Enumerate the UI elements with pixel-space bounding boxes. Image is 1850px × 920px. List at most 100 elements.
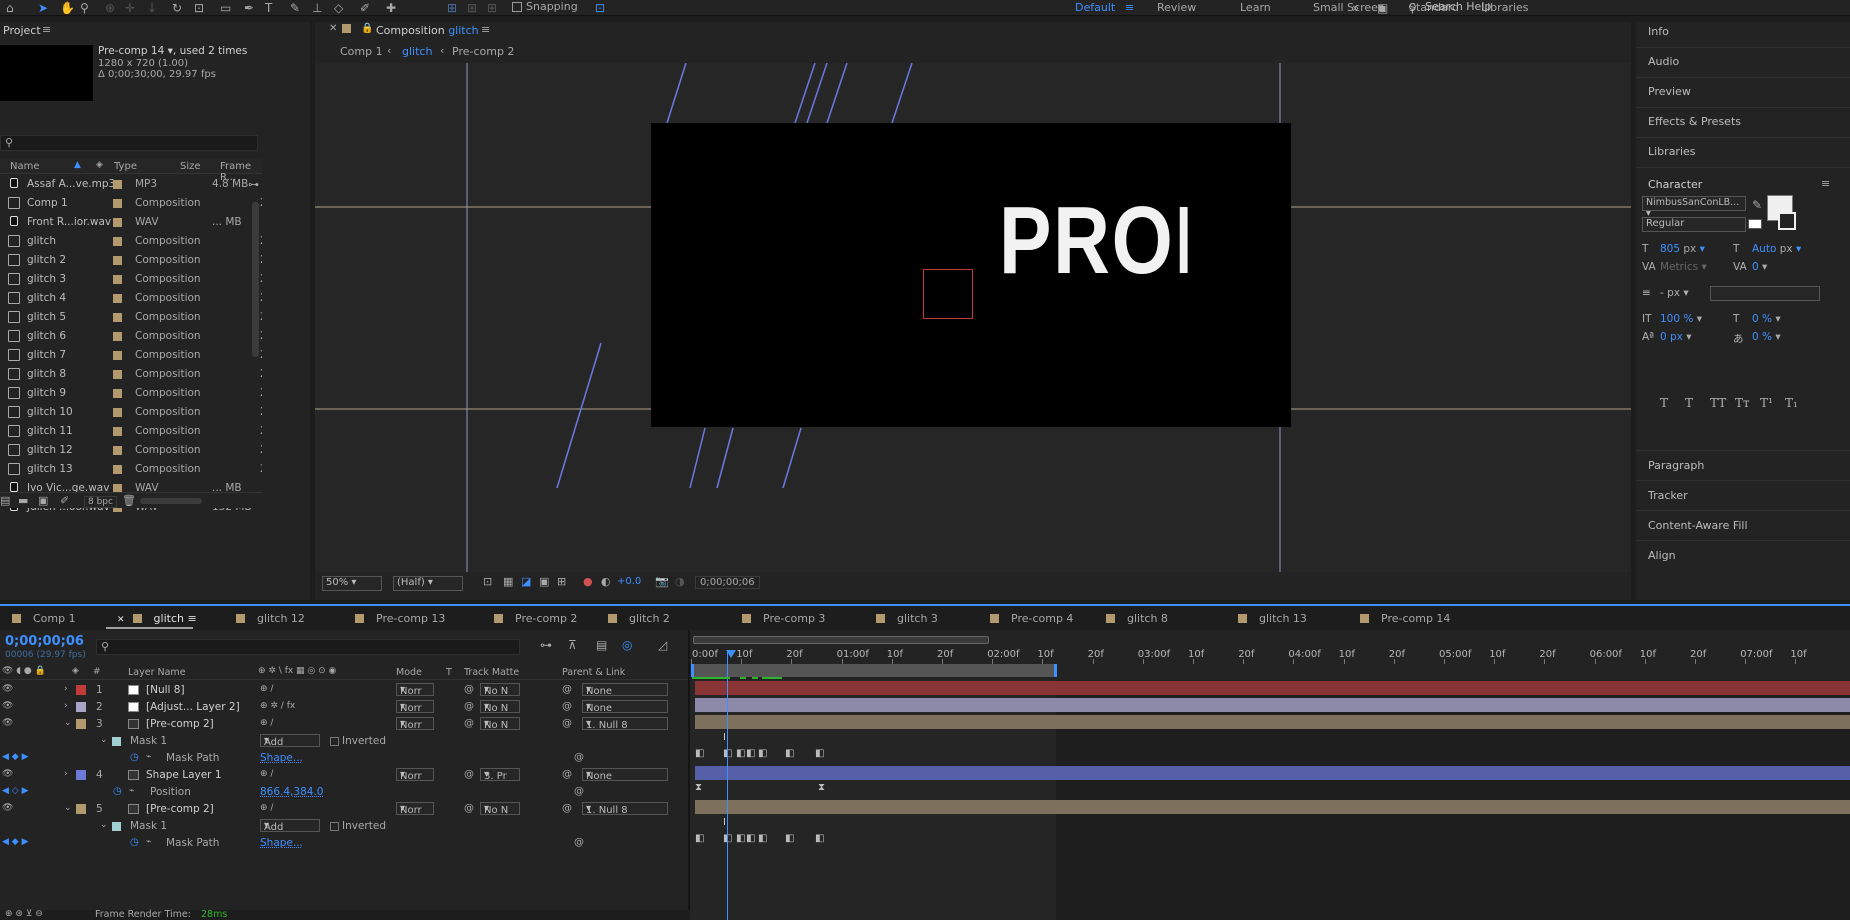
snapshot-icon[interactable]: 📷 [655, 575, 669, 588]
keyframe[interactable]: ◧ [695, 833, 704, 844]
pick-whip-icon[interactable]: @ [562, 684, 572, 695]
col-name[interactable]: Name [10, 161, 40, 172]
text-style-button[interactable]: T [1685, 396, 1693, 410]
label-column-icon[interactable]: ◈ [96, 160, 103, 170]
search-icon[interactable]: ⚲ [1408, 1, 1417, 15]
close-icon[interactable]: ✕ [329, 23, 337, 34]
layer-row[interactable]: 👁 ⌄ 5 [Pre-comp 2] ⊕ / Norr ▾ @ No N ▾ @1. Null … [0, 801, 690, 818]
panel-align[interactable]: Align [1648, 549, 1676, 562]
layer-switches[interactable]: ⊕ / [260, 803, 273, 813]
zoom-tool-icon[interactable]: ⚲ [80, 1, 89, 15]
stroke-color-swatch[interactable] [1778, 212, 1796, 230]
font-size-value[interactable]: 805 px ▾ [1660, 243, 1705, 255]
keyframe[interactable]: ◧ [746, 833, 755, 844]
project-item[interactable]: glitch 2 Composition 29.97 [0, 251, 262, 270]
panel-tracker[interactable]: Tracker [1648, 489, 1688, 502]
project-item[interactable]: glitch 5 Composition 29.97 [0, 308, 262, 327]
project-item[interactable]: Comp 1 Composition 24 [0, 194, 262, 213]
visibility-icon[interactable]: 👁 [2, 803, 13, 813]
home-icon[interactable]: ⌂ [6, 1, 14, 15]
stroke-width-value[interactable]: - px ▾ [1660, 287, 1689, 299]
parent-select[interactable]: None ▾ [582, 683, 668, 697]
label-swatch[interactable] [113, 180, 122, 189]
parent-select[interactable]: None ▾ [582, 700, 668, 714]
mask-row[interactable]: ⌄ Mask 1 Add ▾ Inverted [0, 733, 690, 750]
keyframe[interactable]: ◧ [758, 833, 767, 844]
layer-name[interactable]: [Null 8] [146, 684, 185, 696]
expression-pick-whip-icon[interactable]: @ [574, 752, 584, 763]
label-swatch[interactable] [113, 408, 122, 417]
reset-exposure-icon[interactable]: ◐ [601, 575, 611, 588]
expression-pick-whip-icon[interactable]: @ [574, 786, 584, 797]
visibility-icon[interactable]: 👁 [2, 684, 13, 694]
orbit-tool-icon[interactable]: ⊕ [105, 1, 115, 15]
stopwatch-icon[interactable]: ◷ [130, 752, 139, 763]
label-swatch[interactable] [113, 389, 122, 398]
eyedropper-icon[interactable]: ✎ [1752, 198, 1762, 212]
timeline-tab-glitch-12[interactable]: glitch 12 [236, 612, 305, 625]
mask-color-swatch[interactable] [112, 822, 121, 831]
project-item[interactable]: glitch 6 Composition 29.97 [0, 327, 262, 346]
work-area-navigator[interactable] [693, 636, 989, 644]
label-swatch[interactable] [113, 313, 122, 322]
mask-path-row[interactable]: ◀ ◆ ▶ ◷ ⌁ Mask Path Shape... @ [0, 750, 690, 767]
chevron-down-icon[interactable]: ⌄ [64, 718, 72, 728]
chevron-down-icon[interactable]: ⌄ [100, 820, 108, 830]
text-style-button[interactable]: T¹ [1760, 396, 1773, 410]
show-snapshot-icon[interactable]: ◑ [675, 575, 685, 588]
playhead-line[interactable] [727, 652, 728, 920]
layer-duration-bar[interactable] [695, 698, 1850, 712]
keyframe-nav-icon[interactable]: ◀ ◆ ▶ [2, 752, 29, 762]
label-swatch[interactable] [113, 370, 122, 379]
region-icon[interactable]: ⊡ [483, 575, 492, 588]
spiral-icon[interactable]: @ [464, 718, 474, 729]
font-style-select[interactable]: Regular [1642, 217, 1746, 232]
baseline-shift-value[interactable]: 0 px ▾ [1660, 331, 1692, 343]
rectangle-tool-icon[interactable]: ▭ [220, 1, 231, 15]
project-item[interactable]: Assaf A...ve.mp3 MP3 4.8 MB [0, 175, 262, 194]
viewer-canvas-area[interactable]: PROD [315, 63, 1631, 572]
visibility-icon[interactable]: 👁 [2, 701, 13, 711]
property-value[interactable]: Shape... [260, 837, 303, 849]
mask-visibility-icon[interactable]: ◪ [521, 575, 531, 588]
spiral-icon[interactable]: @ [464, 684, 474, 695]
tracking-value[interactable]: 0 ▾ [1752, 261, 1767, 273]
project-search-input[interactable]: ⚲ [0, 135, 258, 151]
label-swatch[interactable] [113, 199, 122, 208]
viewer-timecode[interactable]: 0;00;00;06 [695, 576, 760, 589]
white-swatch[interactable] [1748, 219, 1762, 229]
selection-tool-icon[interactable]: ➤ [38, 1, 48, 15]
track-matte-select[interactable]: No N ▾ [480, 683, 520, 697]
workspace-default[interactable]: Default [1075, 1, 1115, 14]
work-area-bar[interactable] [691, 664, 1057, 677]
col-layer-name[interactable]: Layer Name [128, 667, 186, 678]
visibility-icon[interactable]: 👁 [2, 769, 13, 779]
label-swatch[interactable] [113, 427, 122, 436]
search-help-input[interactable]: Search Help [1425, 0, 1491, 13]
project-item[interactable]: glitch 10 Composition 29.97 [0, 403, 262, 422]
property-value[interactable]: 866.4,384.0 [260, 786, 323, 798]
breadcrumb-comp-1[interactable]: Comp 1 [340, 45, 383, 58]
layer-name[interactable]: [Pre-comp 2] [146, 803, 214, 815]
keyframe[interactable]: ◧ [736, 748, 745, 759]
footer-toggle-icons[interactable]: ⊕ ⊛ ⊻ ⊖ [5, 909, 43, 919]
mask-mode-select[interactable]: Add ▾ [260, 734, 320, 748]
keyframe[interactable]: ◧ [695, 748, 704, 759]
new-folder-icon[interactable]: ▬ [18, 494, 28, 507]
keyframe[interactable]: ◧ [746, 748, 755, 759]
bpc-button[interactable]: 8 bpc [84, 496, 117, 508]
layer-label-swatch[interactable] [76, 685, 86, 695]
timeline-tab-glitch-8[interactable]: glitch 8 [1106, 612, 1168, 625]
layer-duration-bar[interactable] [695, 766, 1850, 780]
timeline-tab-pre-comp-3[interactable]: Pre-comp 3 [742, 612, 825, 625]
null-layer-box[interactable] [923, 269, 973, 319]
label-swatch[interactable] [113, 218, 122, 227]
layer-duration-bar[interactable] [695, 800, 1850, 814]
graph-editor-icon[interactable]: ◿ [658, 638, 667, 652]
label-swatch[interactable] [113, 237, 122, 246]
viewer-menu-icon[interactable]: ≡ [481, 23, 490, 36]
project-h-scrollbar[interactable] [140, 498, 202, 504]
chevron-down-icon[interactable]: ⌄ [100, 735, 108, 745]
keyframe[interactable]: ◧ [736, 833, 745, 844]
pick-whip-icon[interactable]: @ [562, 769, 572, 780]
